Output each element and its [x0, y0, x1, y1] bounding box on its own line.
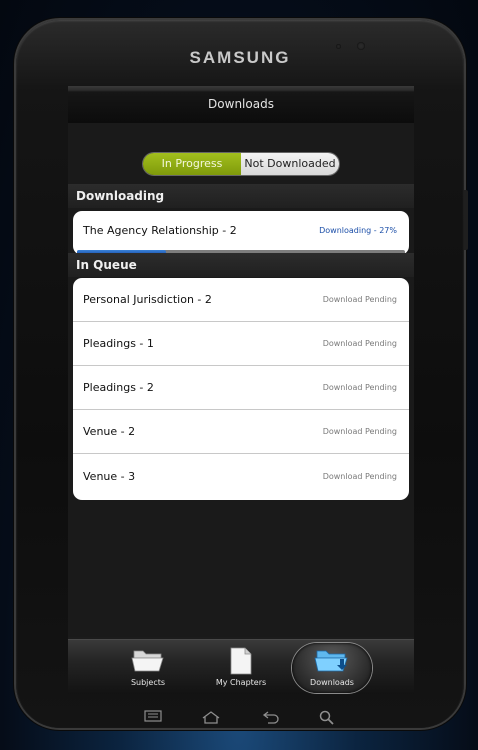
queue-header: In Queue [68, 253, 414, 277]
item-status: Download Pending [322, 295, 397, 304]
item-name: Pleadings - 1 [83, 337, 154, 350]
item-status: Download Pending [322, 471, 397, 481]
sensor [336, 44, 341, 49]
main-content: In Progress Not Downloaded Downloading T… [68, 123, 414, 637]
open-folder-icon [131, 650, 164, 672]
item-status: Download Pending [322, 339, 397, 348]
brand-logo: SAMSUNG [189, 48, 291, 67]
tab-subjects[interactable]: Subjects [108, 643, 188, 693]
list-item[interactable]: Pleadings - 1 Download Pending [73, 322, 409, 366]
tab-downloads[interactable]: Downloads [292, 643, 372, 693]
queue-list: Personal Jurisdiction - 2 Download Pendi… [73, 278, 409, 500]
download-filter-toggle: In Progress Not Downloaded [143, 153, 339, 175]
document-icon [230, 647, 252, 675]
list-item[interactable]: Personal Jurisdiction - 2 Download Pendi… [73, 278, 409, 322]
download-status: Downloading - 27% [319, 225, 397, 235]
item-name: Pleadings - 2 [83, 381, 154, 394]
downloading-header: Downloading [68, 184, 414, 208]
tab-my-chapters[interactable]: My Chapters [201, 643, 281, 693]
list-item[interactable]: Venue - 2 Download Pending [73, 410, 409, 454]
back-icon[interactable] [262, 710, 280, 724]
tab-label: My Chapters [215, 678, 267, 687]
tablet-frame: SAMSUNG Downloads In Progress Not Downlo… [16, 20, 468, 728]
item-status: Download Pending [322, 383, 397, 392]
download-row[interactable]: The Agency Relationship - 2 Downloading … [73, 211, 409, 249]
search-icon[interactable] [319, 710, 335, 726]
item-name: Venue - 2 [83, 425, 136, 438]
menu-icon[interactable] [144, 710, 162, 722]
not-downloaded-tab[interactable]: Not Downloaded [241, 153, 339, 175]
item-name: The Agency Relationship - 2 [83, 223, 237, 237]
in-progress-tab[interactable]: In Progress [143, 153, 241, 175]
list-item[interactable]: Venue - 3 Download Pending [73, 454, 409, 498]
list-item[interactable]: Pleadings - 2 Download Pending [73, 366, 409, 410]
item-name: Venue - 3 [83, 469, 136, 483]
bottom-tab-bar: Subjects My Chapters Downloads [68, 639, 414, 694]
downloading-card: The Agency Relationship - 2 Downloading … [73, 211, 409, 255]
item-name: Personal Jurisdiction - 2 [83, 293, 212, 306]
home-icon[interactable] [201, 710, 221, 724]
page-title: Downloads [68, 86, 414, 123]
front-camera [357, 42, 365, 50]
app-screen: Downloads In Progress Not Downloaded Dow… [68, 86, 414, 694]
download-folder-icon [314, 650, 348, 672]
item-status: Download Pending [322, 427, 397, 436]
side-button [464, 190, 468, 250]
tab-label: Subjects [130, 678, 166, 687]
tab-label: Downloads [310, 678, 354, 687]
